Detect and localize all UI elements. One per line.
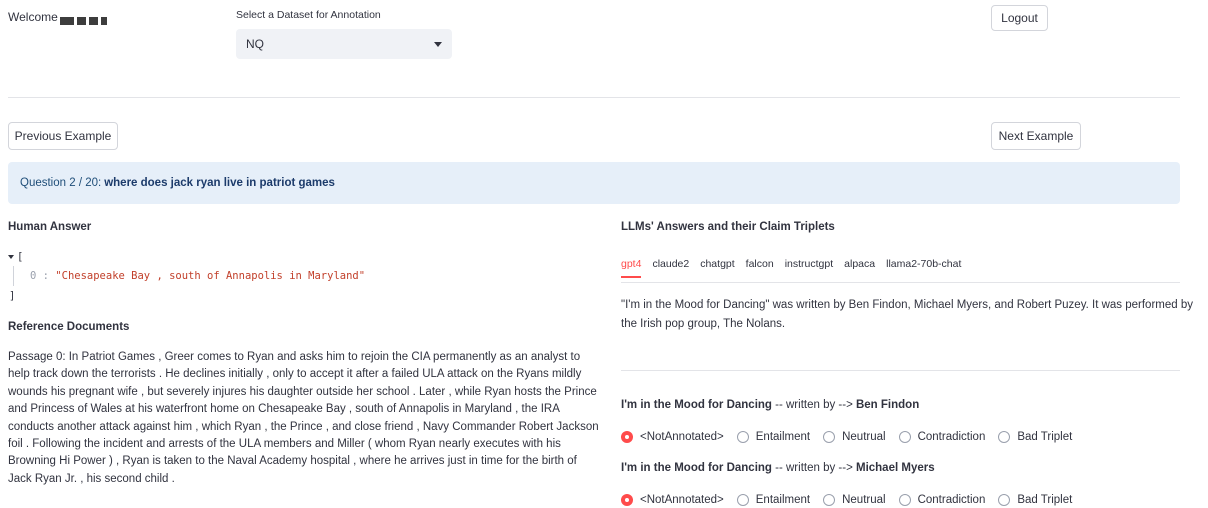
- triplet-object: Ben Findon: [855, 399, 920, 411]
- logout-button[interactable]: Logout: [991, 5, 1048, 31]
- llm-answer-text: "I'm in the Mood for Dancing" was writte…: [621, 299, 1193, 330]
- radio-circle-icon[interactable]: [898, 494, 911, 506]
- radio-label: Entailment: [755, 494, 811, 506]
- divider: [621, 370, 1180, 371]
- radio-label: Neutrual: [842, 431, 886, 443]
- triplet-subject: I'm in the Mood for Dancing: [621, 399, 772, 411]
- reference-documents-title: Reference Documents: [8, 321, 130, 333]
- llm-answers-title: LLMs' Answers and their Claim Triplets: [621, 221, 835, 233]
- dataset-select[interactable]: NQ: [236, 29, 452, 59]
- tab-llama2-70b-chat[interactable]: llama2-70b-chat: [886, 258, 961, 278]
- triplet-relation: -- written by -->: [771, 462, 856, 474]
- tab-gpt4[interactable]: gpt4: [621, 258, 642, 278]
- radio-notannotated[interactable]: <NotAnnotated>: [621, 494, 724, 506]
- welcome-label: Welcome: [8, 10, 58, 24]
- radio-circle-icon[interactable]: [736, 494, 749, 506]
- json-item-sep: :: [36, 270, 56, 282]
- radio-entailment[interactable]: Entailment: [736, 494, 811, 506]
- radio-neutrual[interactable]: Neutrual: [823, 431, 886, 443]
- question-prefix: Question 2 / 20:: [20, 177, 102, 189]
- welcome-text: Welcome: [8, 10, 110, 25]
- radio-entailment[interactable]: Entailment: [736, 431, 811, 443]
- tab-claude2[interactable]: claude2: [652, 258, 689, 278]
- triplet-label-radio-group: <NotAnnotated> Entailment Neutrual Contr…: [621, 431, 1085, 443]
- dataset-select-label: Select a Dataset for Annotation: [236, 9, 381, 21]
- json-open-row[interactable]: [: [8, 251, 23, 263]
- radio-circle-icon[interactable]: [823, 431, 836, 443]
- radio-contradiction[interactable]: Contradiction: [898, 494, 986, 506]
- dataset-select-value: NQ: [246, 37, 264, 51]
- llm-tabs: gpt4 claude2 chatgpt falcon instructgpt …: [621, 258, 972, 278]
- radio-circle-icon[interactable]: [736, 431, 749, 443]
- radio-circle-icon[interactable]: [998, 494, 1011, 506]
- radio-label: <NotAnnotated>: [640, 431, 724, 443]
- json-item: 0 : "Chesapeake Bay , south of Annapolis…: [30, 270, 365, 282]
- json-close-bracket: ]: [9, 290, 16, 302]
- triplet-subject: I'm in the Mood for Dancing: [621, 462, 772, 474]
- radio-label: Bad Triplet: [1017, 431, 1073, 443]
- radio-selected-icon[interactable]: [621, 494, 633, 506]
- tab-chatgpt[interactable]: chatgpt: [700, 258, 734, 278]
- radio-label: Bad Triplet: [1017, 494, 1073, 506]
- claim-triplet: I'm in the Mood for Dancing -- written b…: [621, 399, 919, 411]
- radio-selected-icon[interactable]: [621, 431, 633, 443]
- tab-alpaca[interactable]: alpaca: [844, 258, 875, 278]
- json-indent-guide: [13, 266, 14, 286]
- radio-notannotated[interactable]: <NotAnnotated>: [621, 431, 724, 443]
- radio-label: Contradiction: [917, 494, 986, 506]
- radio-bad-triplet[interactable]: Bad Triplet: [998, 431, 1072, 443]
- claim-triplet: I'm in the Mood for Dancing -- written b…: [621, 462, 935, 474]
- question-text: where does jack ryan live in patriot gam…: [104, 177, 335, 189]
- radio-neutrual[interactable]: Neutrual: [823, 494, 886, 506]
- radio-label: <NotAnnotated>: [640, 494, 724, 506]
- json-open-bracket: [: [17, 251, 24, 263]
- human-answer-title: Human Answer: [8, 221, 92, 233]
- radio-label: Neutrual: [842, 494, 886, 506]
- radio-bad-triplet[interactable]: Bad Triplet: [998, 494, 1072, 506]
- chevron-down-icon: [434, 41, 442, 47]
- tab-falcon[interactable]: falcon: [746, 258, 774, 278]
- collapse-triangle-icon[interactable]: [8, 255, 14, 259]
- previous-example-button[interactable]: Previous Example: [8, 122, 118, 150]
- reference-passage: Passage 0: In Patriot Games , Greer come…: [8, 351, 599, 485]
- triplet-relation: -- written by -->: [771, 399, 856, 411]
- radio-circle-icon[interactable]: [998, 431, 1011, 443]
- json-item-value: "Chesapeake Bay , south of Annapolis in …: [55, 270, 366, 282]
- tab-divider: [621, 282, 1180, 283]
- question-banner: Question 2 / 20: where does jack ryan li…: [8, 162, 1180, 204]
- next-example-button[interactable]: Next Example: [991, 122, 1081, 150]
- redacted-username: [59, 13, 110, 25]
- radio-contradiction[interactable]: Contradiction: [898, 431, 986, 443]
- radio-label: Contradiction: [917, 431, 986, 443]
- radio-label: Entailment: [755, 431, 811, 443]
- triplet-label-radio-group: <NotAnnotated> Entailment Neutrual Contr…: [621, 494, 1085, 506]
- triplet-object: Michael Myers: [855, 462, 935, 474]
- tab-instructgpt[interactable]: instructgpt: [785, 258, 833, 278]
- radio-circle-icon[interactable]: [898, 431, 911, 443]
- divider: [8, 97, 1180, 98]
- radio-circle-icon[interactable]: [823, 494, 836, 506]
